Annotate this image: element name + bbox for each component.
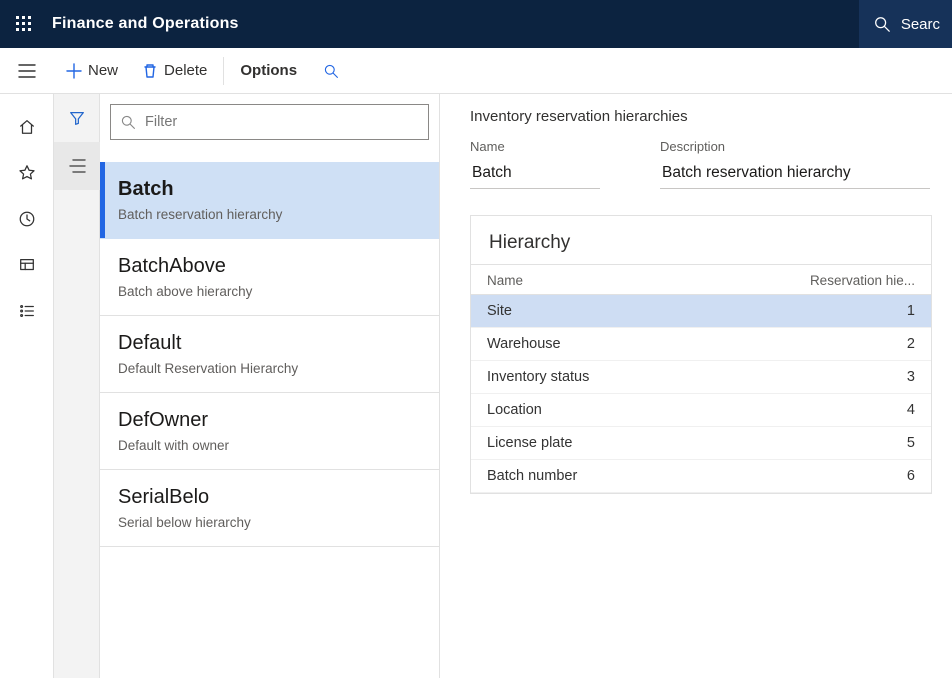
- row-name: Site: [471, 295, 793, 328]
- row-level: 6: [793, 460, 931, 493]
- table-row[interactable]: License plate5: [471, 427, 931, 460]
- delete-label: Delete: [164, 62, 207, 79]
- table-row[interactable]: Warehouse2: [471, 328, 931, 361]
- list-item-title: Default: [118, 332, 425, 355]
- app-title: Finance and Operations: [52, 15, 239, 33]
- action-pane: New Delete Options: [0, 48, 952, 94]
- content-area: Batch Batch reservation hierarchy BatchAbo…: [0, 94, 952, 678]
- global-header: Finance and Operations Searc: [0, 0, 952, 48]
- header-fields: Name Batch Description Batch reservation…: [470, 139, 932, 189]
- search-icon: [873, 15, 891, 33]
- list-item-subtitle: Batch above hierarchy: [118, 284, 425, 299]
- row-level: 1: [793, 295, 931, 328]
- grid-col-level[interactable]: Reservation hie...: [793, 265, 931, 295]
- list-item[interactable]: SerialBelo Serial below hierarchy: [100, 470, 439, 547]
- filter-pane-toggle[interactable]: [54, 94, 100, 142]
- options-button[interactable]: Options: [228, 49, 309, 93]
- list-item-title: SerialBelo: [118, 486, 425, 509]
- list-item-title: Batch: [118, 178, 425, 201]
- new-label: New: [88, 62, 118, 79]
- hierarchy-section: Hierarchy Name Reservation hie... Site1W…: [470, 215, 932, 494]
- list-item-title: DefOwner: [118, 409, 425, 432]
- nav-modules[interactable]: [0, 288, 54, 334]
- plus-icon: [66, 63, 82, 79]
- nav-workspaces[interactable]: [0, 242, 54, 288]
- star-icon: [18, 164, 36, 182]
- table-row[interactable]: Location4: [471, 394, 931, 427]
- list-item-subtitle: Default with owner: [118, 438, 425, 453]
- row-level: 2: [793, 328, 931, 361]
- global-search-label: Searc: [901, 16, 940, 33]
- find-button[interactable]: [309, 49, 353, 93]
- search-icon: [323, 63, 339, 79]
- funnel-icon: [68, 109, 86, 127]
- nav-expand-button[interactable]: [0, 48, 54, 94]
- clock-icon: [18, 210, 36, 228]
- global-search-button[interactable]: Searc: [859, 0, 952, 48]
- list-view-toggle[interactable]: [54, 142, 100, 190]
- row-name: License plate: [471, 427, 793, 460]
- hierarchy-grid: Name Reservation hie... Site1Warehouse2I…: [471, 264, 931, 493]
- record-list: Batch Batch reservation hierarchy BatchAbo…: [100, 162, 439, 678]
- field-name: Name Batch: [470, 139, 600, 189]
- table-row[interactable]: Batch number6: [471, 460, 931, 493]
- row-name: Warehouse: [471, 328, 793, 361]
- app-launcher-button[interactable]: [0, 0, 48, 48]
- name-value[interactable]: Batch: [470, 160, 600, 189]
- list-item[interactable]: BatchAbove Batch above hierarchy: [100, 239, 439, 316]
- row-name: Batch number: [471, 460, 793, 493]
- action-divider: [223, 57, 224, 85]
- list-item-subtitle: Batch reservation hierarchy: [118, 207, 425, 222]
- filter-container: [100, 94, 439, 148]
- list-toolbar-column: [54, 94, 100, 678]
- nav-favorites[interactable]: [0, 150, 54, 196]
- row-name: Inventory status: [471, 361, 793, 394]
- nav-recent[interactable]: [0, 196, 54, 242]
- waffle-icon: [16, 16, 32, 32]
- list-item-subtitle: Default Reservation Hierarchy: [118, 361, 425, 376]
- description-label: Description: [660, 139, 930, 154]
- search-icon: [120, 114, 136, 130]
- list-item[interactable]: DefOwner Default with owner: [100, 393, 439, 470]
- list-item-subtitle: Serial below hierarchy: [118, 515, 425, 530]
- row-level: 4: [793, 394, 931, 427]
- hamburger-icon: [18, 64, 36, 78]
- page-title: Inventory reservation hierarchies: [470, 108, 932, 125]
- row-name: Location: [471, 394, 793, 427]
- options-label: Options: [240, 62, 297, 79]
- record-list-panel: Batch Batch reservation hierarchy BatchAbo…: [100, 94, 440, 678]
- grid-col-name[interactable]: Name: [471, 265, 793, 295]
- home-icon: [18, 118, 36, 136]
- table-row[interactable]: Site1: [471, 295, 931, 328]
- workspace-icon: [18, 256, 36, 274]
- modules-icon: [18, 302, 36, 320]
- list-item[interactable]: Default Default Reservation Hierarchy: [100, 316, 439, 393]
- row-level: 3: [793, 361, 931, 394]
- table-row[interactable]: Inventory status3: [471, 361, 931, 394]
- list-item[interactable]: Batch Batch reservation hierarchy: [100, 162, 439, 239]
- hierarchy-section-title: Hierarchy: [471, 216, 931, 264]
- navigation-rail: [0, 94, 54, 678]
- row-level: 5: [793, 427, 931, 460]
- list-item-title: BatchAbove: [118, 255, 425, 278]
- delete-button[interactable]: Delete: [130, 49, 219, 93]
- filter-input[interactable]: [110, 104, 429, 140]
- trash-icon: [142, 63, 158, 79]
- detail-panel: Inventory reservation hierarchies Name B…: [440, 94, 952, 678]
- field-description: Description Batch reservation hierarchy: [660, 139, 930, 189]
- description-value[interactable]: Batch reservation hierarchy: [660, 160, 930, 189]
- list-lines-icon: [68, 158, 86, 174]
- new-button[interactable]: New: [54, 49, 130, 93]
- name-label: Name: [470, 139, 600, 154]
- nav-home[interactable]: [0, 104, 54, 150]
